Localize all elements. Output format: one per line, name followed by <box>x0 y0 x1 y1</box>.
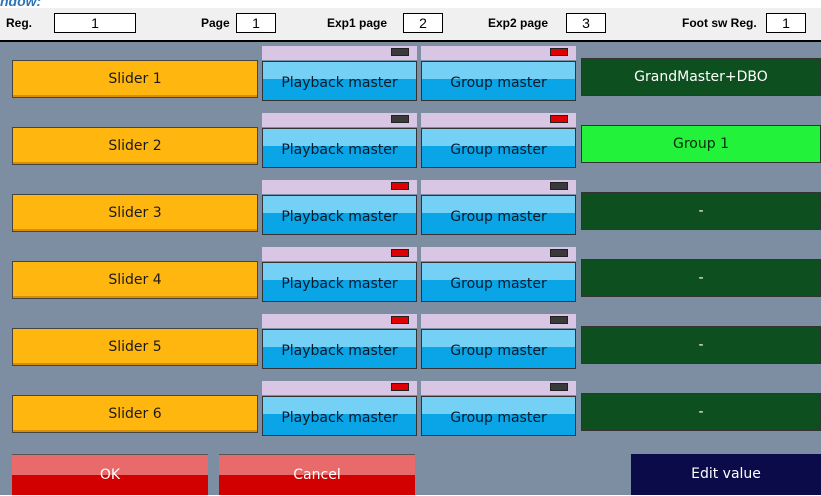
playback-master-header <box>262 247 417 261</box>
exp1-page-label: Exp1 page <box>327 16 388 30</box>
group-master-header <box>421 247 576 261</box>
slider-button[interactable]: Slider 6 <box>12 395 258 433</box>
group-master-header <box>421 180 576 194</box>
top-bar: Reg. 1 Page 1 Exp1 page 2 Exp2 page 3 Fo… <box>0 8 821 42</box>
slider-button[interactable]: Slider 1 <box>12 60 258 98</box>
slider-button[interactable]: Slider 3 <box>12 194 258 232</box>
foot-sw-reg-field[interactable]: 1 <box>766 13 806 33</box>
playback-master-header <box>262 46 417 60</box>
group-master-header <box>421 46 576 60</box>
assignment-button[interactable]: - <box>581 192 821 230</box>
playback-master-button[interactable]: Playback master <box>262 262 417 302</box>
group-master-header <box>421 113 576 127</box>
playback-master-button[interactable]: Playback master <box>262 329 417 369</box>
group-master-header <box>421 314 576 328</box>
playback-master-button[interactable]: Playback master <box>262 396 417 436</box>
playback-master-header <box>262 381 417 395</box>
ok-button[interactable]: OK <box>12 454 208 495</box>
exp1-page-field[interactable]: 2 <box>403 13 443 33</box>
page-field[interactable]: 1 <box>236 13 276 33</box>
playback-status-led-icon <box>391 48 409 56</box>
cancel-button[interactable]: Cancel <box>219 454 415 495</box>
playback-status-led-icon <box>391 115 409 123</box>
playback-master-header <box>262 180 417 194</box>
slider-button[interactable]: Slider 4 <box>12 261 258 299</box>
foot-sw-reg-label: Foot sw Reg. <box>682 16 757 30</box>
exp2-page-label: Exp2 page <box>488 16 549 30</box>
slider-button[interactable]: Slider 2 <box>12 127 258 165</box>
group-master-header <box>421 381 576 395</box>
assignment-button[interactable]: - <box>581 259 821 297</box>
reg-field[interactable]: 1 <box>54 13 136 33</box>
assignment-button[interactable]: - <box>581 393 821 431</box>
playback-status-led-icon <box>391 383 409 391</box>
window-caption: ndow: <box>0 0 42 9</box>
playback-master-button[interactable]: Playback master <box>262 128 417 168</box>
group-master-button[interactable]: Group master <box>421 61 576 101</box>
playback-master-button[interactable]: Playback master <box>262 195 417 235</box>
group-master-button[interactable]: Group master <box>421 128 576 168</box>
playback-status-led-icon <box>391 316 409 324</box>
group-master-button[interactable]: Group master <box>421 195 576 235</box>
playback-status-led-icon <box>391 249 409 257</box>
assignment-button[interactable]: GrandMaster+DBO <box>581 58 821 96</box>
group-status-led-icon <box>550 249 568 257</box>
playback-status-led-icon <box>391 182 409 190</box>
group-master-button[interactable]: Group master <box>421 396 576 436</box>
page-label: Page <box>201 16 230 30</box>
group-status-led-icon <box>550 182 568 190</box>
group-status-led-icon <box>550 115 568 123</box>
group-status-led-icon <box>550 316 568 324</box>
assignment-button[interactable]: Group 1 <box>581 125 821 163</box>
group-status-led-icon <box>550 383 568 391</box>
playback-master-header <box>262 314 417 328</box>
group-status-led-icon <box>550 48 568 56</box>
assignment-button[interactable]: - <box>581 326 821 364</box>
playback-master-button[interactable]: Playback master <box>262 61 417 101</box>
exp2-page-field[interactable]: 3 <box>566 13 606 33</box>
group-master-button[interactable]: Group master <box>421 329 576 369</box>
edit-value-button[interactable]: Edit value <box>631 454 821 495</box>
playback-master-header <box>262 113 417 127</box>
group-master-button[interactable]: Group master <box>421 262 576 302</box>
slider-button[interactable]: Slider 5 <box>12 328 258 366</box>
reg-label: Reg. <box>6 16 33 30</box>
